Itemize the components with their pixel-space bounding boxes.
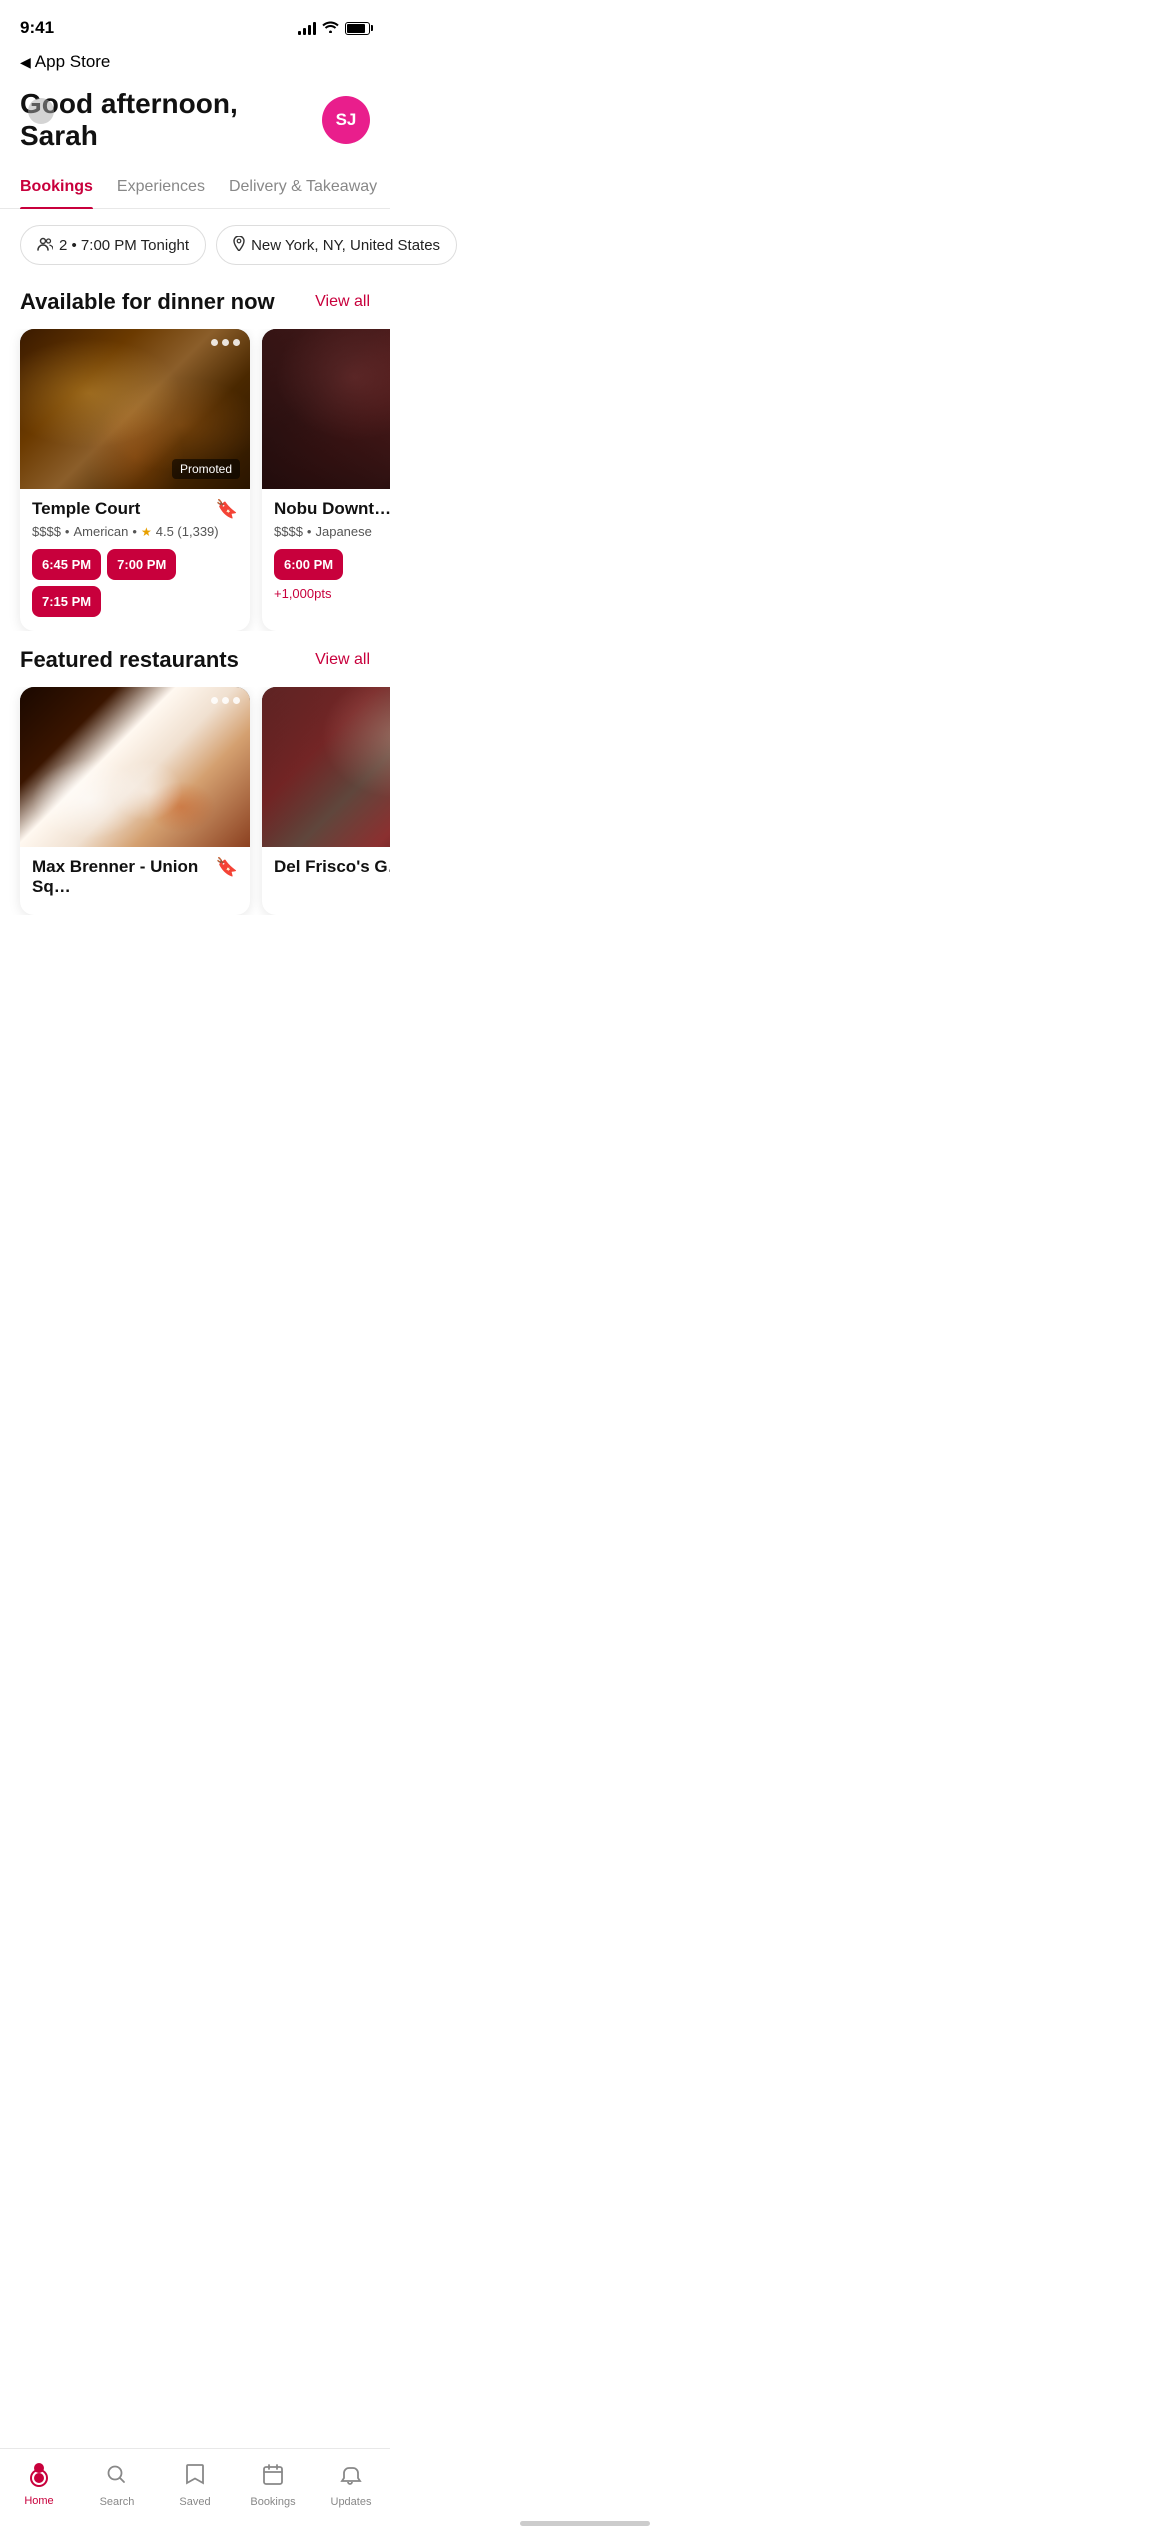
meta-dot: • [65,524,70,539]
temple-court-cuisine: American [73,524,128,539]
header: Good afternoon, Sarah SJ [0,80,390,168]
signal-icon [298,21,316,35]
tab-bookings[interactable]: Bookings [20,168,93,208]
nobu-name: Nobu Downt… [274,499,390,519]
promoted-badge: Promoted [172,459,240,479]
nobu-times: 6:00 PM [274,549,390,580]
wifi-icon [322,20,339,36]
del-frisco-body: Del Frisco's G… 🔖 [262,847,390,896]
home-tab-label: Home [24,2495,53,2507]
nobu-points: +1,000pts [274,586,390,601]
max-brenner-image [20,687,250,847]
tab-saved[interactable]: Saved [156,2453,234,2508]
search-tab-label: Search [100,2496,135,2508]
greeting-text: Good afternoon, Sarah [20,88,322,152]
image-dots [211,339,240,346]
bookings-tab-label: Bookings [250,2496,295,2508]
saved-tab-label: Saved [179,2496,210,2508]
guests-filter[interactable]: 2 • 7:00 PM Tonight [20,225,206,265]
status-bar: 9:41 [0,0,390,48]
del-frisco-title-row: Del Frisco's G… 🔖 [274,857,390,878]
time-slot-715[interactable]: 7:15 PM [32,586,101,617]
del-frisco-name: Del Frisco's G… [274,857,390,877]
dinner-section-header: Available for dinner now View all [0,281,390,329]
status-icons [298,20,370,36]
tab-home[interactable]: Home [0,2455,78,2507]
temple-court-times: 6:45 PM 7:00 PM 7:15 PM [32,549,238,617]
main-tabs: Bookings Experiences Delivery & Takeaway [0,168,390,209]
tab-updates[interactable]: Updates [312,2453,390,2508]
meta-dot-2: • [132,524,137,539]
battery-icon [345,22,370,35]
featured-view-all[interactable]: View all [315,651,370,669]
tab-delivery-takeaway[interactable]: Delivery & Takeaway [229,168,377,208]
max-brenner-bookmark[interactable]: 🔖 [216,857,238,878]
temple-court-name: Temple Court [32,499,140,519]
time-slot-700[interactable]: 7:00 PM [107,549,176,580]
featured-section-header: Featured restaurants View all [0,639,390,687]
bottom-tab-bar: Home Search Saved Bookings [0,2448,390,2532]
nobu-meta: $$$$ • Japanese [274,524,390,539]
featured-section-title: Featured restaurants [20,647,239,673]
meta-dot: • [307,524,312,539]
filter-bar: 2 • 7:00 PM Tonight New York, NY, United… [0,209,390,281]
nobu-cuisine: Japanese [315,524,371,539]
temple-court-body: Temple Court 🔖 $$$$ • American • ★ 4.5 (… [20,489,250,631]
back-label: App Store [35,52,111,72]
dinner-view-all[interactable]: View all [315,293,370,311]
home-indicator [520,2521,650,2526]
status-time: 9:41 [20,18,54,38]
greeting-container: Good afternoon, Sarah [20,88,322,152]
location-filter-label: New York, NY, United States [251,237,440,254]
location-icon [233,236,245,254]
max-brenner-title-row: Max Brenner - Union Sq… 🔖 [32,857,238,897]
home-dot-indicator [34,2463,44,2473]
updates-icon [339,2463,363,2492]
star-icon: ★ [141,525,152,539]
home-icon-wrap [26,2465,52,2491]
tab-experiences[interactable]: Experiences [117,168,205,208]
tab-bookings-nav[interactable]: Bookings [234,2453,312,2508]
max-brenner-name: Max Brenner - Union Sq… [32,857,216,897]
search-icon [105,2463,129,2492]
temple-court-bookmark[interactable]: 🔖 [216,499,238,520]
tab-search[interactable]: Search [78,2453,156,2508]
restaurant-card-max-brenner[interactable]: Max Brenner - Union Sq… 🔖 [20,687,250,915]
location-filter[interactable]: New York, NY, United States [216,225,457,265]
featured-section: Featured restaurants View all Max Brenne… [0,639,390,915]
restaurant-card-nobu[interactable]: Nobu Downt… 🔖 $$$$ • Japanese 6:00 PM +1… [262,329,390,631]
temple-court-price: $$$$ [32,524,61,539]
guests-icon [37,237,53,254]
back-chevron-icon: ◀ [20,54,31,71]
back-nav[interactable]: ◀ App Store [0,48,390,80]
greeting-dot [28,98,54,124]
image-dots-featured [211,697,240,704]
nobu-price: $$$$ [274,524,303,539]
temple-court-meta: $$$$ • American • ★ 4.5 (1,339) [32,524,238,539]
temple-court-rating: 4.5 (1,339) [156,524,219,539]
nobu-body: Nobu Downt… 🔖 $$$$ • Japanese 6:00 PM +1… [262,489,390,615]
del-frisco-image [262,687,390,847]
nobu-time-600[interactable]: 6:00 PM [274,549,343,580]
nobu-title-row: Nobu Downt… 🔖 [274,499,390,520]
time-slot-645[interactable]: 6:45 PM [32,549,101,580]
temple-court-title-row: Temple Court 🔖 [32,499,238,520]
restaurant-card-temple-court[interactable]: Promoted Temple Court 🔖 $$$$ • American … [20,329,250,631]
max-brenner-body: Max Brenner - Union Sq… 🔖 [20,847,250,915]
bookings-icon [261,2463,285,2492]
dinner-cards-scroll: Promoted Temple Court 🔖 $$$$ • American … [0,329,390,631]
dinner-section-title: Available for dinner now [20,289,275,315]
back-link[interactable]: ◀ App Store [20,52,370,72]
temple-court-image: Promoted [20,329,250,489]
nobu-image [262,329,390,489]
saved-icon [184,2463,206,2492]
avatar[interactable]: SJ [322,96,370,144]
updates-tab-label: Updates [331,2496,372,2508]
restaurant-card-del-frisco[interactable]: Del Frisco's G… 🔖 [262,687,390,915]
featured-cards-scroll: Max Brenner - Union Sq… 🔖 Del Frisco's G… [0,687,390,915]
guests-filter-label: 2 • 7:00 PM Tonight [59,237,189,254]
